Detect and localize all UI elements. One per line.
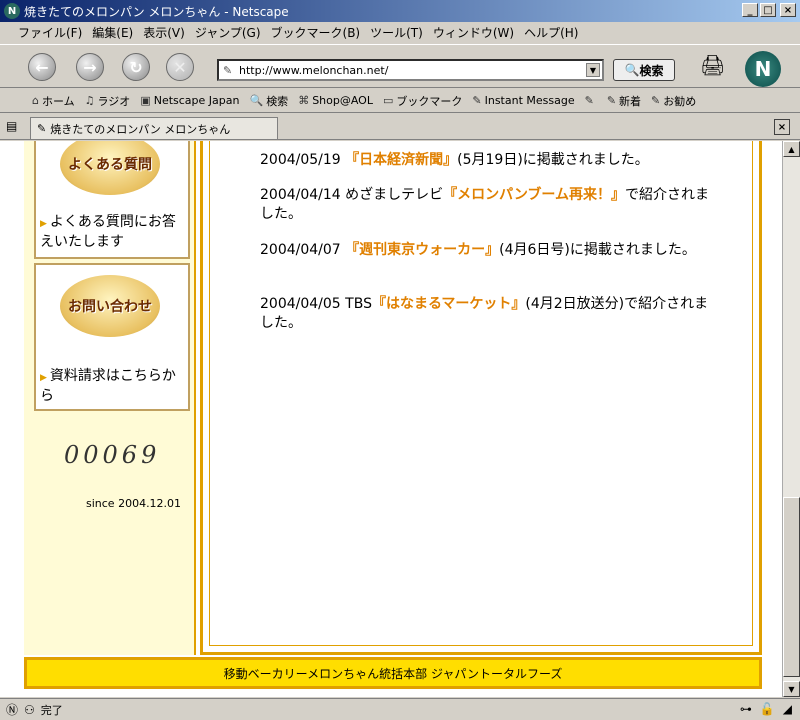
bookmark-folder[interactable]: ▭ ブックマーク — [383, 93, 462, 109]
reload-button[interactable]: ↻ — [122, 53, 150, 81]
stop-button[interactable]: ✕ — [166, 53, 194, 81]
page-viewport: よくある質問 ▶ よくある質問にお答えいたします お問い合わせ ▶ 資料請求はこちら… — [0, 141, 782, 697]
arrow-icon: ▶ — [40, 373, 47, 383]
menu-view[interactable]: 表示(V) — [143, 24, 185, 41]
security-icon[interactable]: 🔓 — [760, 702, 775, 716]
scroll-up-icon[interactable]: ▲ — [783, 141, 800, 157]
shop-icon: ⌘ — [298, 94, 310, 107]
close-button[interactable]: × — [780, 3, 796, 17]
netscape-icon: N — [4, 3, 20, 19]
link-icon: ✎ — [606, 94, 617, 107]
bookmark-instant-message[interactable]: ✎ Instant Message — [472, 94, 574, 107]
news-item: 2004/04/14 めざましテレビ『メロンパンブーム再来！』で紹介されました。 — [260, 187, 710, 222]
personal-toolbar: ⌂ ホーム ♫ ラジオ ▣ Netscape Japan 🔍 検索 ⌘ Shop@AOL … — [0, 89, 800, 113]
bookmark-shop-aol[interactable]: ⌘ Shop@AOL — [298, 94, 373, 107]
news-link[interactable]: 『日本経済新聞』 — [345, 152, 457, 168]
url-input[interactable] — [239, 63, 579, 77]
faq-box[interactable]: よくある質問 ▶ よくある質問にお答えいたします — [34, 141, 190, 259]
tab-bar: ▤ ✎ 焼きたてのメロンパン メロンちゃん × — [0, 114, 800, 140]
window-title: 焼きたてのメロンパン メロンちゃん - Netscape — [24, 4, 289, 19]
my-icon: ▣ — [140, 94, 151, 107]
page-icon: ✎ — [37, 122, 47, 135]
news-item: 2004/04/07 『週刊東京ウォーカー』(4月6日号)に掲載されました。 — [260, 242, 696, 258]
online-icon[interactable]: ⊶ — [740, 702, 752, 716]
search-icon: 🔍 — [249, 94, 264, 107]
navigation-toolbar: ← → ↻ ✕ ✎ ▼ 🔍 検索 🖨 N — [0, 44, 800, 88]
back-arrow-icon: ← — [35, 57, 49, 77]
page-footer: 移動ベーカリーメロンちゃん統括本部 ジャパントータルフーズ — [24, 657, 762, 689]
arrow-icon: ▶ — [40, 219, 47, 229]
contact-link[interactable]: ▶ 資料請求はこちらから — [40, 367, 188, 405]
news-link[interactable]: 『週刊東京ウォーカー』 — [345, 242, 499, 258]
resize-grip-icon[interactable]: ◢ — [783, 702, 792, 716]
menu-window[interactable]: ウィンドウ(W) — [433, 24, 514, 41]
print-icon[interactable]: 🖨 — [700, 53, 725, 77]
faq-melonpan-image[interactable]: よくある質問 — [60, 141, 160, 195]
access-counter: 00069 — [64, 441, 161, 469]
faq-link[interactable]: ▶ よくある質問にお答えいたします — [40, 213, 188, 251]
news-link[interactable]: 『はなまるマーケット』 — [372, 296, 525, 312]
link-icon: ✎ — [651, 94, 661, 107]
netscape-throbber-icon[interactable]: N — [745, 51, 781, 87]
bookmark-radio[interactable]: ♫ ラジオ — [85, 93, 131, 109]
contact-box[interactable]: お問い合わせ ▶ 資料請求はこちらから — [34, 263, 190, 411]
scroll-thumb[interactable] — [783, 497, 800, 677]
menu-go[interactable]: ジャンプ(G) — [195, 24, 261, 41]
bookmark-netscape-japan[interactable]: ▣ Netscape Japan — [140, 94, 239, 107]
menu-file[interactable]: ファイル(F) — [18, 24, 82, 41]
window-title-bar[interactable]: N 焼きたてのメロンパン メロンちゃん - Netscape _ □ × — [0, 0, 800, 22]
minimize-button[interactable]: _ — [742, 3, 758, 17]
bookmark-blank[interactable]: ✎ — [585, 94, 597, 107]
menu-bookmarks[interactable]: ブックマーク(B) — [271, 24, 361, 41]
url-dropdown-icon[interactable]: ▼ — [586, 63, 600, 77]
news-item: 2004/04/05 TBS『はなまるマーケット』(4月2日放送分)で紹介されま… — [260, 296, 709, 331]
home-icon: ⌂ — [32, 94, 39, 107]
forward-button[interactable]: → — [76, 53, 104, 81]
status-bar: Ⓝ ⚇ 完了 ⊶ 🔓 ◢ — [0, 698, 800, 720]
folder-icon: ▭ — [382, 94, 394, 107]
bookmark-home[interactable]: ⌂ ホーム — [32, 93, 75, 109]
close-tab-button[interactable]: × — [774, 119, 790, 135]
netscape-status-icon[interactable]: Ⓝ — [6, 701, 18, 718]
back-button[interactable]: ← — [28, 53, 56, 81]
bookmark-new[interactable]: ✎ 新着 — [607, 93, 641, 109]
left-sidebar: よくある質問 ▶ よくある質問にお答えいたします お問い合わせ ▶ 資料請求はこちら… — [24, 141, 196, 655]
search-button[interactable]: 🔍 検索 — [613, 59, 675, 81]
link-icon: ✎ — [472, 94, 482, 107]
main-content-frame: 2004/05/19 『日本経済新聞』(5月19日)に掲載されました。 2004… — [200, 141, 762, 655]
reload-icon: ↻ — [129, 57, 143, 77]
forward-arrow-icon: → — [83, 57, 97, 77]
tab-melonchan[interactable]: ✎ 焼きたてのメロンパン メロンちゃん — [30, 117, 278, 139]
news-link[interactable]: 『メロンパンブーム再来！』 — [443, 187, 625, 203]
page-proxy-icon[interactable]: ✎ — [223, 64, 232, 77]
bookmark-search[interactable]: 🔍 検索 — [249, 93, 288, 109]
menu-help[interactable]: ヘルプ(H) — [524, 24, 578, 41]
vertical-scrollbar[interactable]: ▲ ▼ — [782, 141, 800, 697]
tab-label: 焼きたてのメロンパン メロンちゃん — [50, 122, 231, 136]
link-icon: ✎ — [584, 94, 594, 107]
new-tab-icon[interactable]: ▤ — [6, 119, 22, 135]
headphones-icon: ♫ — [84, 94, 95, 107]
magnifier-icon: 🔍 — [624, 63, 640, 77]
counter-since: since 2004.12.01 — [86, 497, 182, 510]
contact-melonpan-image[interactable]: お問い合わせ — [60, 275, 160, 337]
search-button-label: 検索 — [639, 63, 664, 78]
bookmark-recommend[interactable]: ✎ お勧め — [651, 93, 696, 109]
maximize-button[interactable]: □ — [760, 3, 776, 17]
status-text: 完了 — [40, 703, 63, 717]
stop-icon: ✕ — [173, 57, 187, 77]
news-item: 2004/05/19 『日本経済新聞』(5月19日)に掲載されました。 — [260, 152, 649, 168]
url-bar[interactable]: ✎ ▼ — [217, 59, 604, 81]
menu-bar: ファイル(F) 編集(E) 表示(V) ジャンプ(G) ブックマーク(B) ツー… — [0, 22, 800, 42]
scroll-down-icon[interactable]: ▼ — [783, 681, 800, 697]
menu-tools[interactable]: ツール(T) — [370, 24, 423, 41]
im-status-icon[interactable]: ⚇ — [24, 703, 35, 717]
menu-edit[interactable]: 編集(E) — [92, 24, 133, 41]
